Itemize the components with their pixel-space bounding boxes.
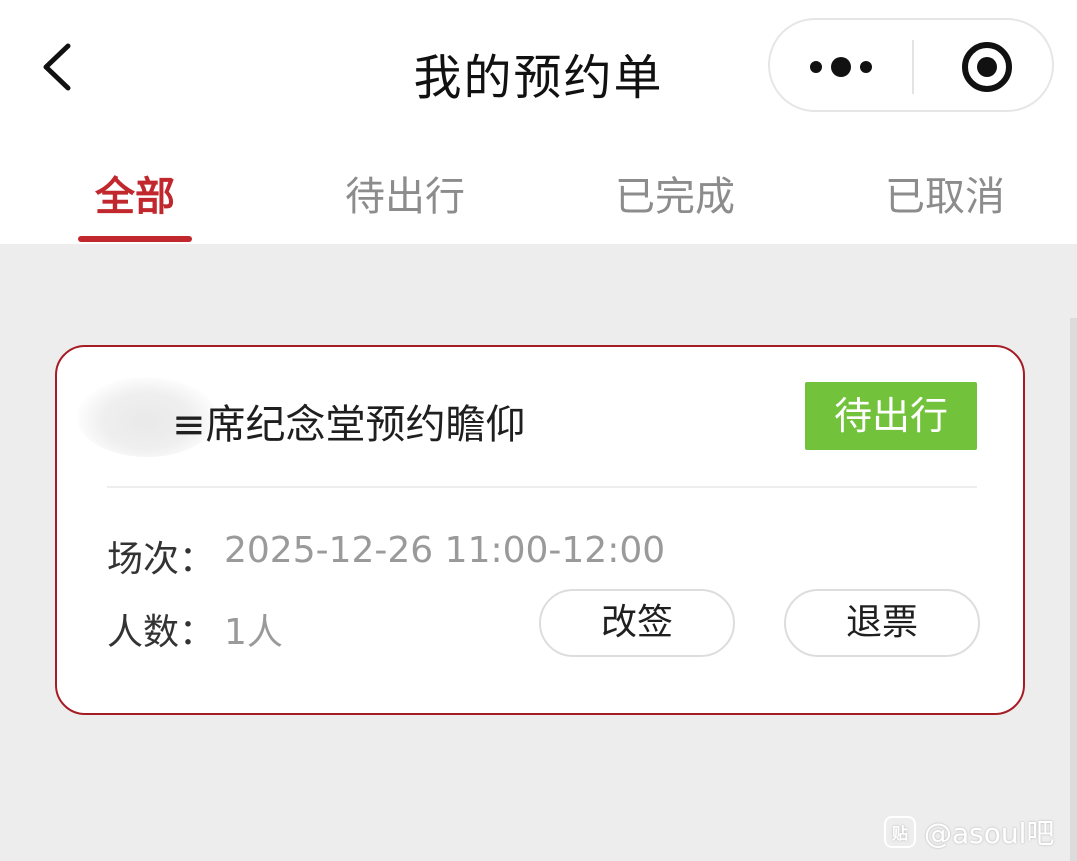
session-value: 2025-12-26 11:00-12:00 (224, 530, 666, 571)
tab-cancelled[interactable]: 已取消 (870, 164, 1020, 224)
people-value: 1人 (224, 612, 283, 653)
menu-capsule (768, 18, 1054, 112)
status-badge: 待出行 (805, 382, 977, 450)
target-circle-icon (962, 42, 1012, 92)
people-label: 人数： (107, 612, 216, 653)
session-label: 场次： (107, 539, 216, 580)
tab-bar: 全部 待出行 已完成 已取消 (0, 130, 1077, 244)
reschedule-button[interactable]: 改签 (539, 589, 735, 657)
close-miniprogram-button[interactable] (914, 20, 1052, 110)
scrollbar[interactable] (1070, 318, 1077, 861)
card-divider (107, 486, 977, 488)
tab-completed[interactable]: 已完成 (600, 164, 750, 224)
tab-upcoming[interactable]: 待出行 (330, 164, 480, 224)
watermark: 贴 @asoul吧 (884, 812, 1054, 852)
watermark-text: @asoul吧 (924, 817, 1055, 850)
tab-all[interactable]: 全部 (78, 164, 192, 224)
tieba-logo-icon: 贴 (884, 816, 916, 848)
more-dots-icon (810, 57, 872, 77)
booking-title: ≡席纪念堂预约瞻仰 (172, 402, 526, 448)
booking-card[interactable]: ≡席纪念堂预约瞻仰 待出行 场次： 2025-12-26 11:00-12:00… (55, 345, 1025, 715)
active-tab-indicator (78, 236, 192, 242)
nav-bar: 我的预约单 (0, 0, 1077, 130)
more-button[interactable] (770, 20, 912, 110)
refund-button[interactable]: 退票 (784, 589, 980, 657)
